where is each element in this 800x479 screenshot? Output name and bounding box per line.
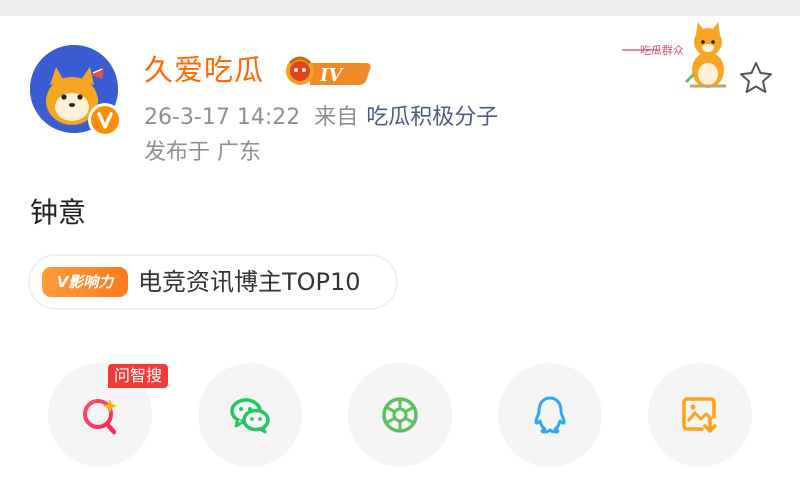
save-image-icon — [682, 397, 717, 433]
location: 发布于 广东 — [144, 140, 261, 165]
level-text: IV — [319, 65, 344, 86]
timestamp: 26-3-17 14:22 — [144, 105, 301, 130]
wechat-icon — [230, 398, 270, 434]
moments-icon — [382, 397, 418, 433]
star-icon — [740, 62, 772, 93]
source-prefix: 来自 — [314, 105, 359, 130]
post-meta: 26-3-17 14:22 来自 吃瓜积极分子 — [144, 103, 498, 133]
share-save-image-button[interactable] — [648, 363, 752, 467]
influence-text: 电竞资讯博主TOP10 — [138, 268, 361, 296]
ai-search-icon — [83, 399, 117, 435]
influence-badge: V影响力 — [42, 267, 128, 297]
share-moments-button[interactable] — [348, 363, 452, 467]
influence-v-icon: V — [56, 273, 69, 291]
share-wechat-button[interactable] — [198, 363, 302, 467]
influence-badge-label: 影响力 — [68, 273, 114, 291]
post-content: 钟意 — [30, 196, 87, 229]
ai-search-tag: 问智搜 — [108, 364, 169, 388]
influence-tag[interactable]: V影响力 电竞资讯博主TOP10 — [28, 254, 398, 310]
sticker-text: 吃瓜群众 — [640, 43, 684, 57]
username[interactable]: 久爱吃瓜 — [144, 52, 264, 88]
level-badge-icon: IV — [286, 56, 371, 86]
sticker-decoration: 吃瓜群众 — [620, 16, 732, 94]
verified-v-icon — [97, 112, 113, 129]
level-badge[interactable]: IV — [284, 53, 374, 87]
source-link[interactable]: 吃瓜积极分子 — [366, 105, 498, 130]
top-divider — [0, 0, 800, 16]
verified-badge — [88, 103, 122, 137]
favorite-star-button[interactable] — [736, 58, 776, 98]
qq-icon — [534, 396, 566, 434]
share-qq-button[interactable] — [498, 363, 602, 467]
shiba-sticker-icon: 吃瓜群众 — [622, 22, 726, 88]
